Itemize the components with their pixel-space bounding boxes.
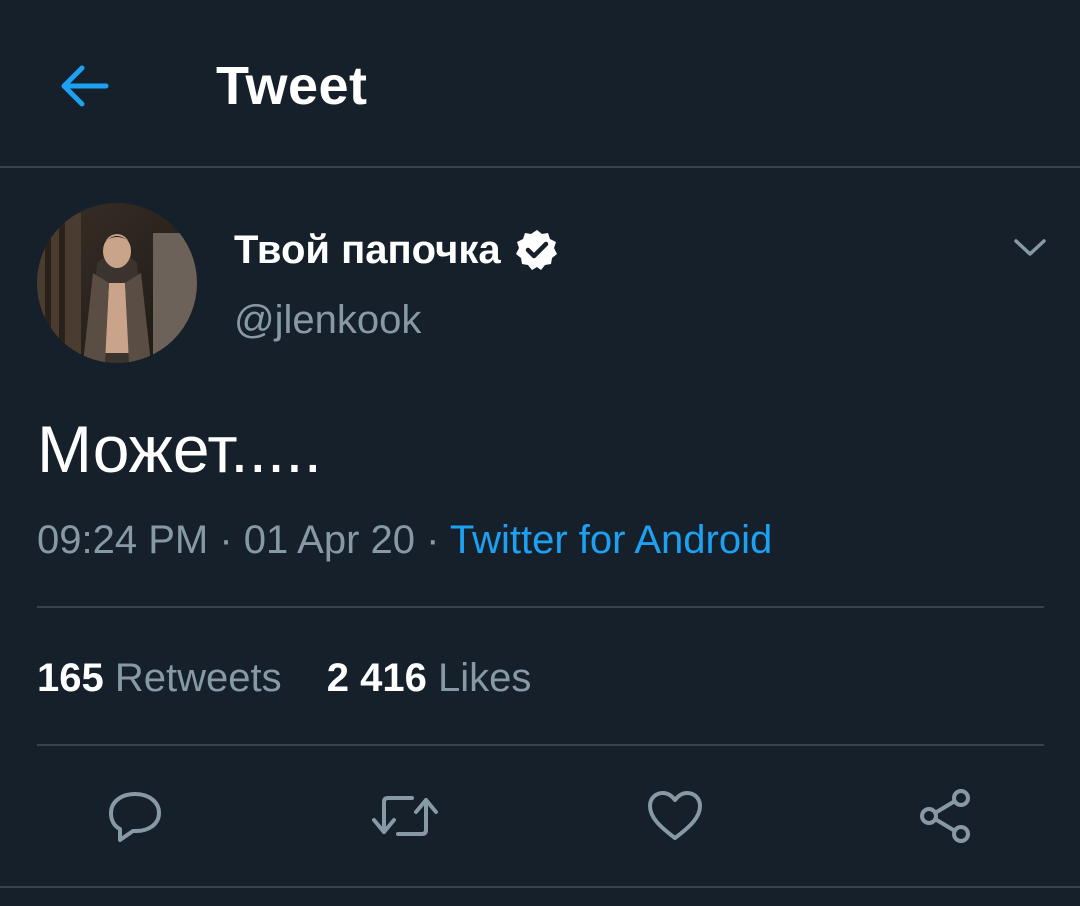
- author-handle[interactable]: @jlenkook: [234, 296, 421, 344]
- share-button[interactable]: [907, 778, 983, 854]
- back-button[interactable]: [52, 56, 116, 116]
- divider: [37, 744, 1044, 746]
- likes-count: 2 416: [326, 656, 427, 700]
- author-name-text: Твой папочка: [234, 228, 501, 272]
- avatar-image: [37, 203, 197, 363]
- tweet-stats: 165 Retweets 2 416 Likes: [37, 652, 565, 704]
- tweet-text: Может.....: [37, 412, 322, 486]
- meta-separator: ·: [208, 518, 244, 562]
- tweet-options-button[interactable]: [1008, 226, 1052, 270]
- share-icon: [920, 789, 970, 843]
- top-bar: Tweet: [0, 0, 1080, 168]
- avatar[interactable]: [37, 203, 197, 363]
- tweet-date: 01 Apr 20: [243, 518, 416, 562]
- page-title: Tweet: [216, 56, 368, 116]
- tweet-source-link[interactable]: Twitter for Android: [450, 518, 772, 562]
- reply-icon: [109, 792, 161, 842]
- author-display-name[interactable]: Твой папочка: [234, 226, 559, 274]
- reply-button[interactable]: [97, 778, 173, 854]
- tweet-actions-bar: [0, 778, 1080, 854]
- chevron-down-icon: [1014, 239, 1046, 256]
- arrow-left-icon: [61, 65, 109, 107]
- likes-label: Likes: [437, 656, 532, 700]
- retweets-count: 165: [37, 656, 104, 700]
- retweets-label: Retweets: [114, 656, 282, 700]
- tweet-detail-screen: Tweet Твой папочка @jlenkook Может..... …: [0, 0, 1080, 906]
- divider: [37, 606, 1044, 608]
- retweet-button[interactable]: [367, 778, 443, 854]
- divider: [0, 886, 1080, 888]
- meta-separator: ·: [415, 518, 450, 562]
- verified-badge-icon: [515, 230, 557, 270]
- likes-stat[interactable]: 2 416 Likes: [327, 652, 532, 704]
- tweet-time: 09:24 PM: [37, 518, 209, 562]
- tweet-metadata: 09:24 PM · 01 Apr 20 · Twitter for Andro…: [37, 514, 772, 566]
- retweets-stat[interactable]: 165 Retweets: [37, 652, 282, 704]
- retweet-icon: [372, 796, 438, 836]
- like-button[interactable]: [637, 778, 713, 854]
- heart-icon: [648, 791, 702, 840]
